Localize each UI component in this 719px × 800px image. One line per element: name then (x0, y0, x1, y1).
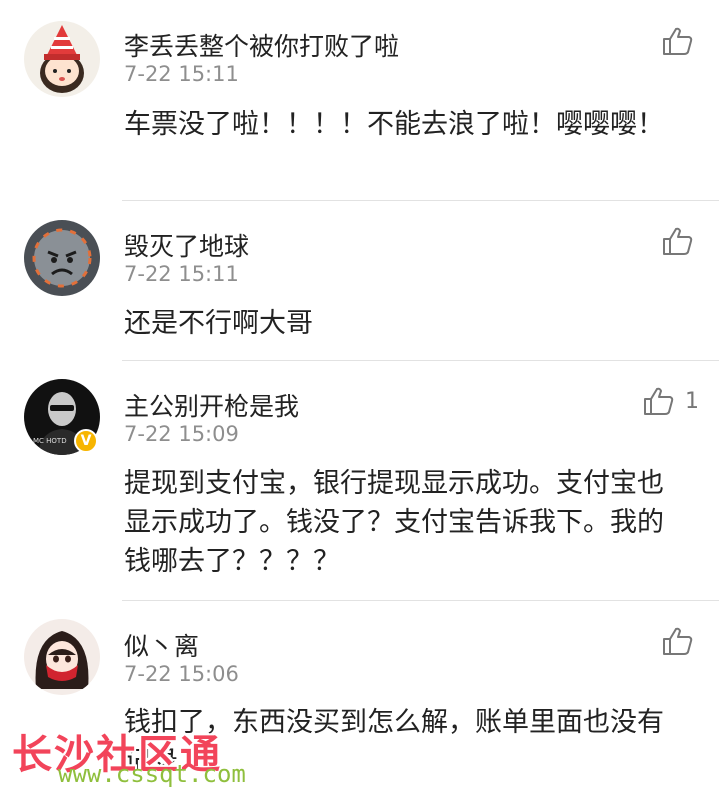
avatar[interactable] (24, 619, 100, 695)
comment-text: 还是不行啊大哥 (124, 308, 313, 339)
like-button[interactable] (662, 226, 704, 256)
verified-badge: V (74, 429, 98, 453)
comment-item: 毁灭了地球 7-22 15:11 还是不行啊大哥 (0, 200, 719, 360)
comment-time: 7-22 15:11 (124, 262, 239, 286)
avatar-image (24, 220, 100, 296)
thumbs-up-icon (663, 227, 693, 255)
thumbs-up-icon (644, 387, 674, 415)
comment-item: 李丢丢整个被你打败了啦 7-22 15:11 车票没了啦！！！！不能去浪了啦！嘤… (0, 0, 719, 200)
thumbs-up-icon (663, 27, 693, 55)
avatar[interactable] (24, 220, 100, 296)
username[interactable]: 毁灭了地球 (124, 227, 249, 263)
username[interactable]: 李丢丢整个被你打败了啦 (124, 27, 399, 63)
avatar-caption: MC HOTD (33, 437, 67, 445)
comment-text: 车票没了啦！！！！不能去浪了啦！嘤嘤嘤！ (124, 109, 664, 140)
avatar[interactable] (24, 21, 100, 97)
like-button[interactable] (662, 26, 704, 56)
thumbs-up-icon (663, 627, 693, 655)
watermark-url: www.cssqt.com (58, 760, 246, 788)
like-button[interactable]: 1 (643, 386, 699, 416)
like-button[interactable] (662, 626, 704, 656)
comment-item: MC HOTD V 主公别开枪是我 7-22 15:09 1 提现到支付宝，银行… (0, 360, 719, 600)
comment-time: 7-22 15:09 (124, 422, 239, 446)
comment-text: 提现到支付宝，银行提现显示成功。支付宝也显示成功了。钱没了？支付宝告诉我下。我的… (124, 468, 664, 577)
comment-time: 7-22 15:06 (124, 662, 239, 686)
username[interactable]: 似丶离 (124, 627, 199, 663)
comment-time: 7-22 15:11 (124, 62, 239, 86)
username[interactable]: 主公别开枪是我 (124, 387, 299, 423)
avatar-image (24, 21, 100, 97)
like-count: 1 (685, 388, 699, 414)
avatar-image (24, 619, 100, 695)
